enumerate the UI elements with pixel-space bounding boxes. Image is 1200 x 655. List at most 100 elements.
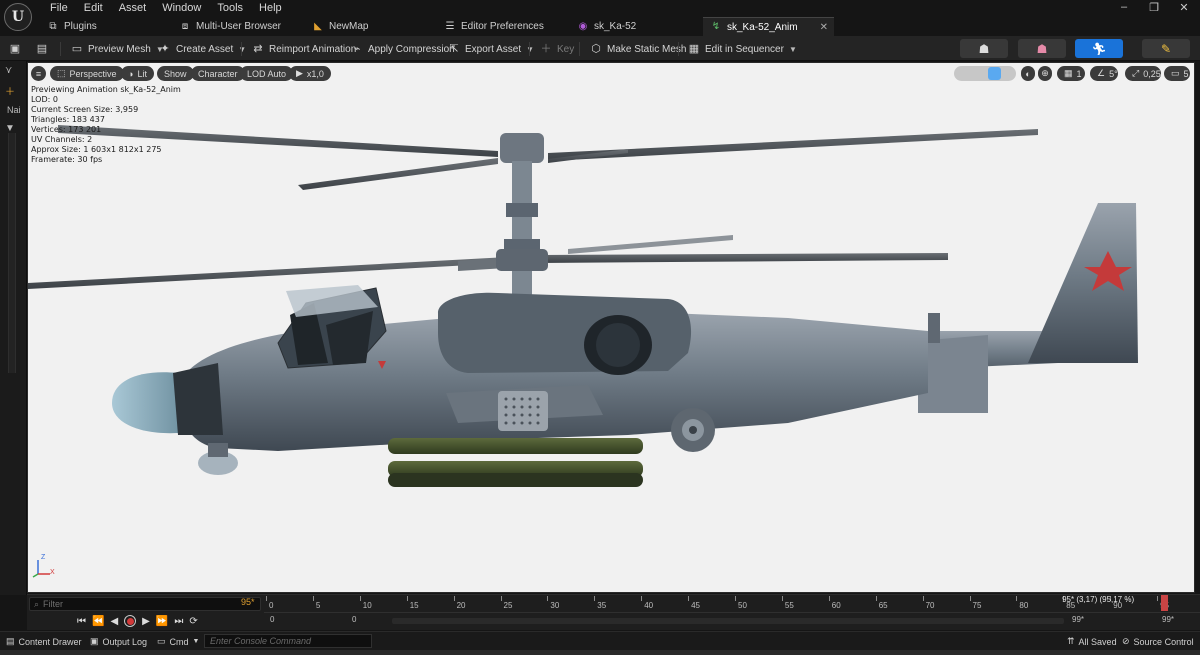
pin-icon[interactable]: ⋎ xyxy=(5,65,12,76)
grid-icon: ▦ xyxy=(1064,68,1073,78)
transform-toggle-group[interactable] xyxy=(954,66,1016,81)
timeline-tick-label: 80 xyxy=(1019,601,1029,610)
asset-toolbar: ▣ ▤ ▭ Preview Mesh ▼ ✦ Create Asset ▼ ⇄ … xyxy=(0,36,1200,61)
menu-edit[interactable]: Edit xyxy=(76,2,111,14)
range-scrollbar[interactable] xyxy=(392,618,1064,624)
source-control-icon: ⊘ xyxy=(1122,636,1130,646)
tab-plugins[interactable]: ⧉ Plugins xyxy=(40,17,170,36)
rotation-snap-button[interactable]: ∠ 5° xyxy=(1090,66,1118,81)
surface-snap-button[interactable]: ◐ xyxy=(1021,66,1035,81)
snap-icon: ◐ xyxy=(1025,68,1031,79)
timeline-tick-label: 35 xyxy=(597,601,607,610)
playhead[interactable] xyxy=(1161,595,1169,611)
viewport-menu-button[interactable]: ≡ xyxy=(31,66,46,81)
close-icon[interactable]: ✕ xyxy=(1176,1,1192,14)
apply-compression-button[interactable]: ⌁ Apply Compression xyxy=(351,40,455,58)
range-start-label-2: 0 xyxy=(352,615,357,624)
menu-file[interactable]: File xyxy=(42,2,76,14)
record-button[interactable] xyxy=(124,615,137,627)
play-reverse-icon[interactable]: ◀ xyxy=(110,616,118,627)
timeline-tick-label: 75 xyxy=(972,601,982,610)
show-button[interactable]: Show xyxy=(157,66,194,81)
preview-viewport[interactable]: ≡ ⬚ Perspective ◑ Lit Show Character LOD… xyxy=(27,62,1195,593)
reimport-animation-button[interactable]: ⇄ Reimport Animation xyxy=(252,40,356,58)
log-icon: ▣ xyxy=(90,636,99,646)
minimize-icon[interactable]: – xyxy=(1116,1,1132,14)
step-back-icon[interactable]: ⏪ xyxy=(92,616,104,627)
globe-icon: ⊕ xyxy=(1041,68,1049,78)
perspective-button[interactable]: ⬚ Perspective xyxy=(50,66,124,81)
export-asset-button[interactable]: ⇱ Export Asset ▼ xyxy=(448,40,534,58)
tab-newmap[interactable]: ◣ NewMap xyxy=(305,17,435,36)
timeline-filter-input[interactable]: ⌕ Filter xyxy=(29,597,261,611)
unreal-logo-icon[interactable]: U xyxy=(4,3,32,31)
left-panel-strip: ⋎ ＋ Nai ▼ xyxy=(0,61,27,595)
play-rate-button[interactable]: ▶ x1,0 xyxy=(289,66,331,81)
menu-asset[interactable]: Asset xyxy=(111,2,155,14)
blueprint-mode-button[interactable]: ✎ xyxy=(1142,39,1190,58)
timeline-tick-label: 45 xyxy=(691,601,700,610)
record-icon xyxy=(126,617,134,625)
timeline-tick-label: 30 xyxy=(550,601,560,610)
step-forward-icon[interactable]: ⏩ xyxy=(156,616,168,627)
tab-editor-preferences[interactable]: ☰ Editor Preferences xyxy=(437,17,567,36)
menu-window[interactable]: Window xyxy=(154,2,209,14)
grid-snap-button[interactable]: ▦ 1 xyxy=(1057,66,1085,81)
play-rate-label: x1,0 xyxy=(306,68,324,79)
save-status[interactable]: ⇈ All Saved xyxy=(1067,636,1117,647)
scale-snap-button[interactable]: ⤢ 0,25 xyxy=(1125,66,1161,81)
save-button[interactable]: ▣ xyxy=(9,40,21,58)
tab-multi-user-browser[interactable]: ⧈ Multi-User Browser xyxy=(172,17,302,36)
loop-icon[interactable]: ⟳ xyxy=(189,616,197,627)
create-asset-button[interactable]: ✦ Create Asset ▼ xyxy=(159,40,246,58)
transport-controls: ⏮ ⏪ ◀ ▶ ⏩ ⏭ ⟳ xyxy=(77,613,198,629)
skeleton-mode-button[interactable]: ☗ xyxy=(960,39,1008,58)
chevron-down-icon: ▼ xyxy=(238,44,247,54)
source-control-button[interactable]: ⊘ Source Control xyxy=(1122,636,1194,647)
make-static-mesh-button[interactable]: ⬡ Make Static Mesh xyxy=(590,40,686,58)
cmd-button[interactable]: ▭ Cmd ▼ xyxy=(157,636,199,647)
edit-in-sequencer-button[interactable]: ▦ Edit in Sequencer ▼ xyxy=(688,40,797,58)
lit-button[interactable]: ◑ Lit xyxy=(121,66,154,81)
add-icon[interactable]: ＋ xyxy=(5,83,15,98)
preferences-icon: ☰ xyxy=(445,20,455,32)
rotation-snap-value: 5° xyxy=(1109,68,1118,79)
maximize-icon[interactable]: ❐ xyxy=(1146,1,1162,14)
console-input[interactable]: Enter Console Command xyxy=(204,634,372,648)
timeline-tick-label: 50 xyxy=(738,601,747,610)
lod-button[interactable]: LOD Auto xyxy=(240,66,294,81)
axis-x-label: X xyxy=(50,569,55,576)
skip-to-start-icon[interactable]: ⏮ xyxy=(77,616,86,627)
menu-tools[interactable]: Tools xyxy=(209,2,251,14)
skip-to-end-icon[interactable]: ⏭ xyxy=(174,616,183,627)
scale-snap-value: 0,25 xyxy=(1143,68,1161,79)
menu-help[interactable]: Help xyxy=(251,2,290,14)
left-panel-scrollbar[interactable] xyxy=(8,133,16,373)
world-local-button[interactable]: ⊕ xyxy=(1038,66,1052,81)
lit-icon: ◑ xyxy=(128,68,134,79)
play-icon[interactable]: ▶ xyxy=(142,616,150,627)
browse-button[interactable]: ▤ xyxy=(36,40,48,58)
preview-mesh-label: Preview Mesh xyxy=(88,43,151,55)
playback-range[interactable]: 0 0 99* 99* xyxy=(264,614,1200,628)
camera-speed-button[interactable]: ▭ 5 xyxy=(1164,66,1190,81)
animation-mode-button[interactable]: 🏃︎ xyxy=(1075,39,1123,58)
content-drawer-button[interactable]: ▤ Content Drawer xyxy=(6,636,82,647)
apply-compression-label: Apply Compression xyxy=(368,43,455,55)
timeline-tick xyxy=(781,596,783,601)
edit-in-sequencer-label: Edit in Sequencer xyxy=(705,43,784,55)
lod-label: LOD Auto xyxy=(247,68,287,79)
character-button[interactable]: Character xyxy=(191,66,245,81)
tab-sk-ka-52-anim[interactable]: ↯ sk_Ka-52_Anim ✕ xyxy=(703,17,834,36)
tab-close-icon[interactable]: ✕ xyxy=(820,22,828,33)
tab-sk-ka-52[interactable]: ◉ sk_Ka-52 xyxy=(570,17,700,36)
multi-user-icon: ⧈ xyxy=(181,20,189,32)
stat-line: LOD: 0 xyxy=(31,95,58,104)
preview-mesh-button[interactable]: ▭ Preview Mesh ▼ xyxy=(71,40,164,58)
current-frame-badge: 95* xyxy=(241,597,255,607)
timeline-ruler[interactable]: 0510152025303540455055606570758085909595… xyxy=(264,595,1200,613)
key-button[interactable]: ＋ Key xyxy=(540,40,575,58)
sequencer-icon: ▦ xyxy=(688,43,700,55)
output-log-button[interactable]: ▣ Output Log xyxy=(90,636,147,647)
mesh-mode-button[interactable]: ☗ xyxy=(1018,39,1066,58)
